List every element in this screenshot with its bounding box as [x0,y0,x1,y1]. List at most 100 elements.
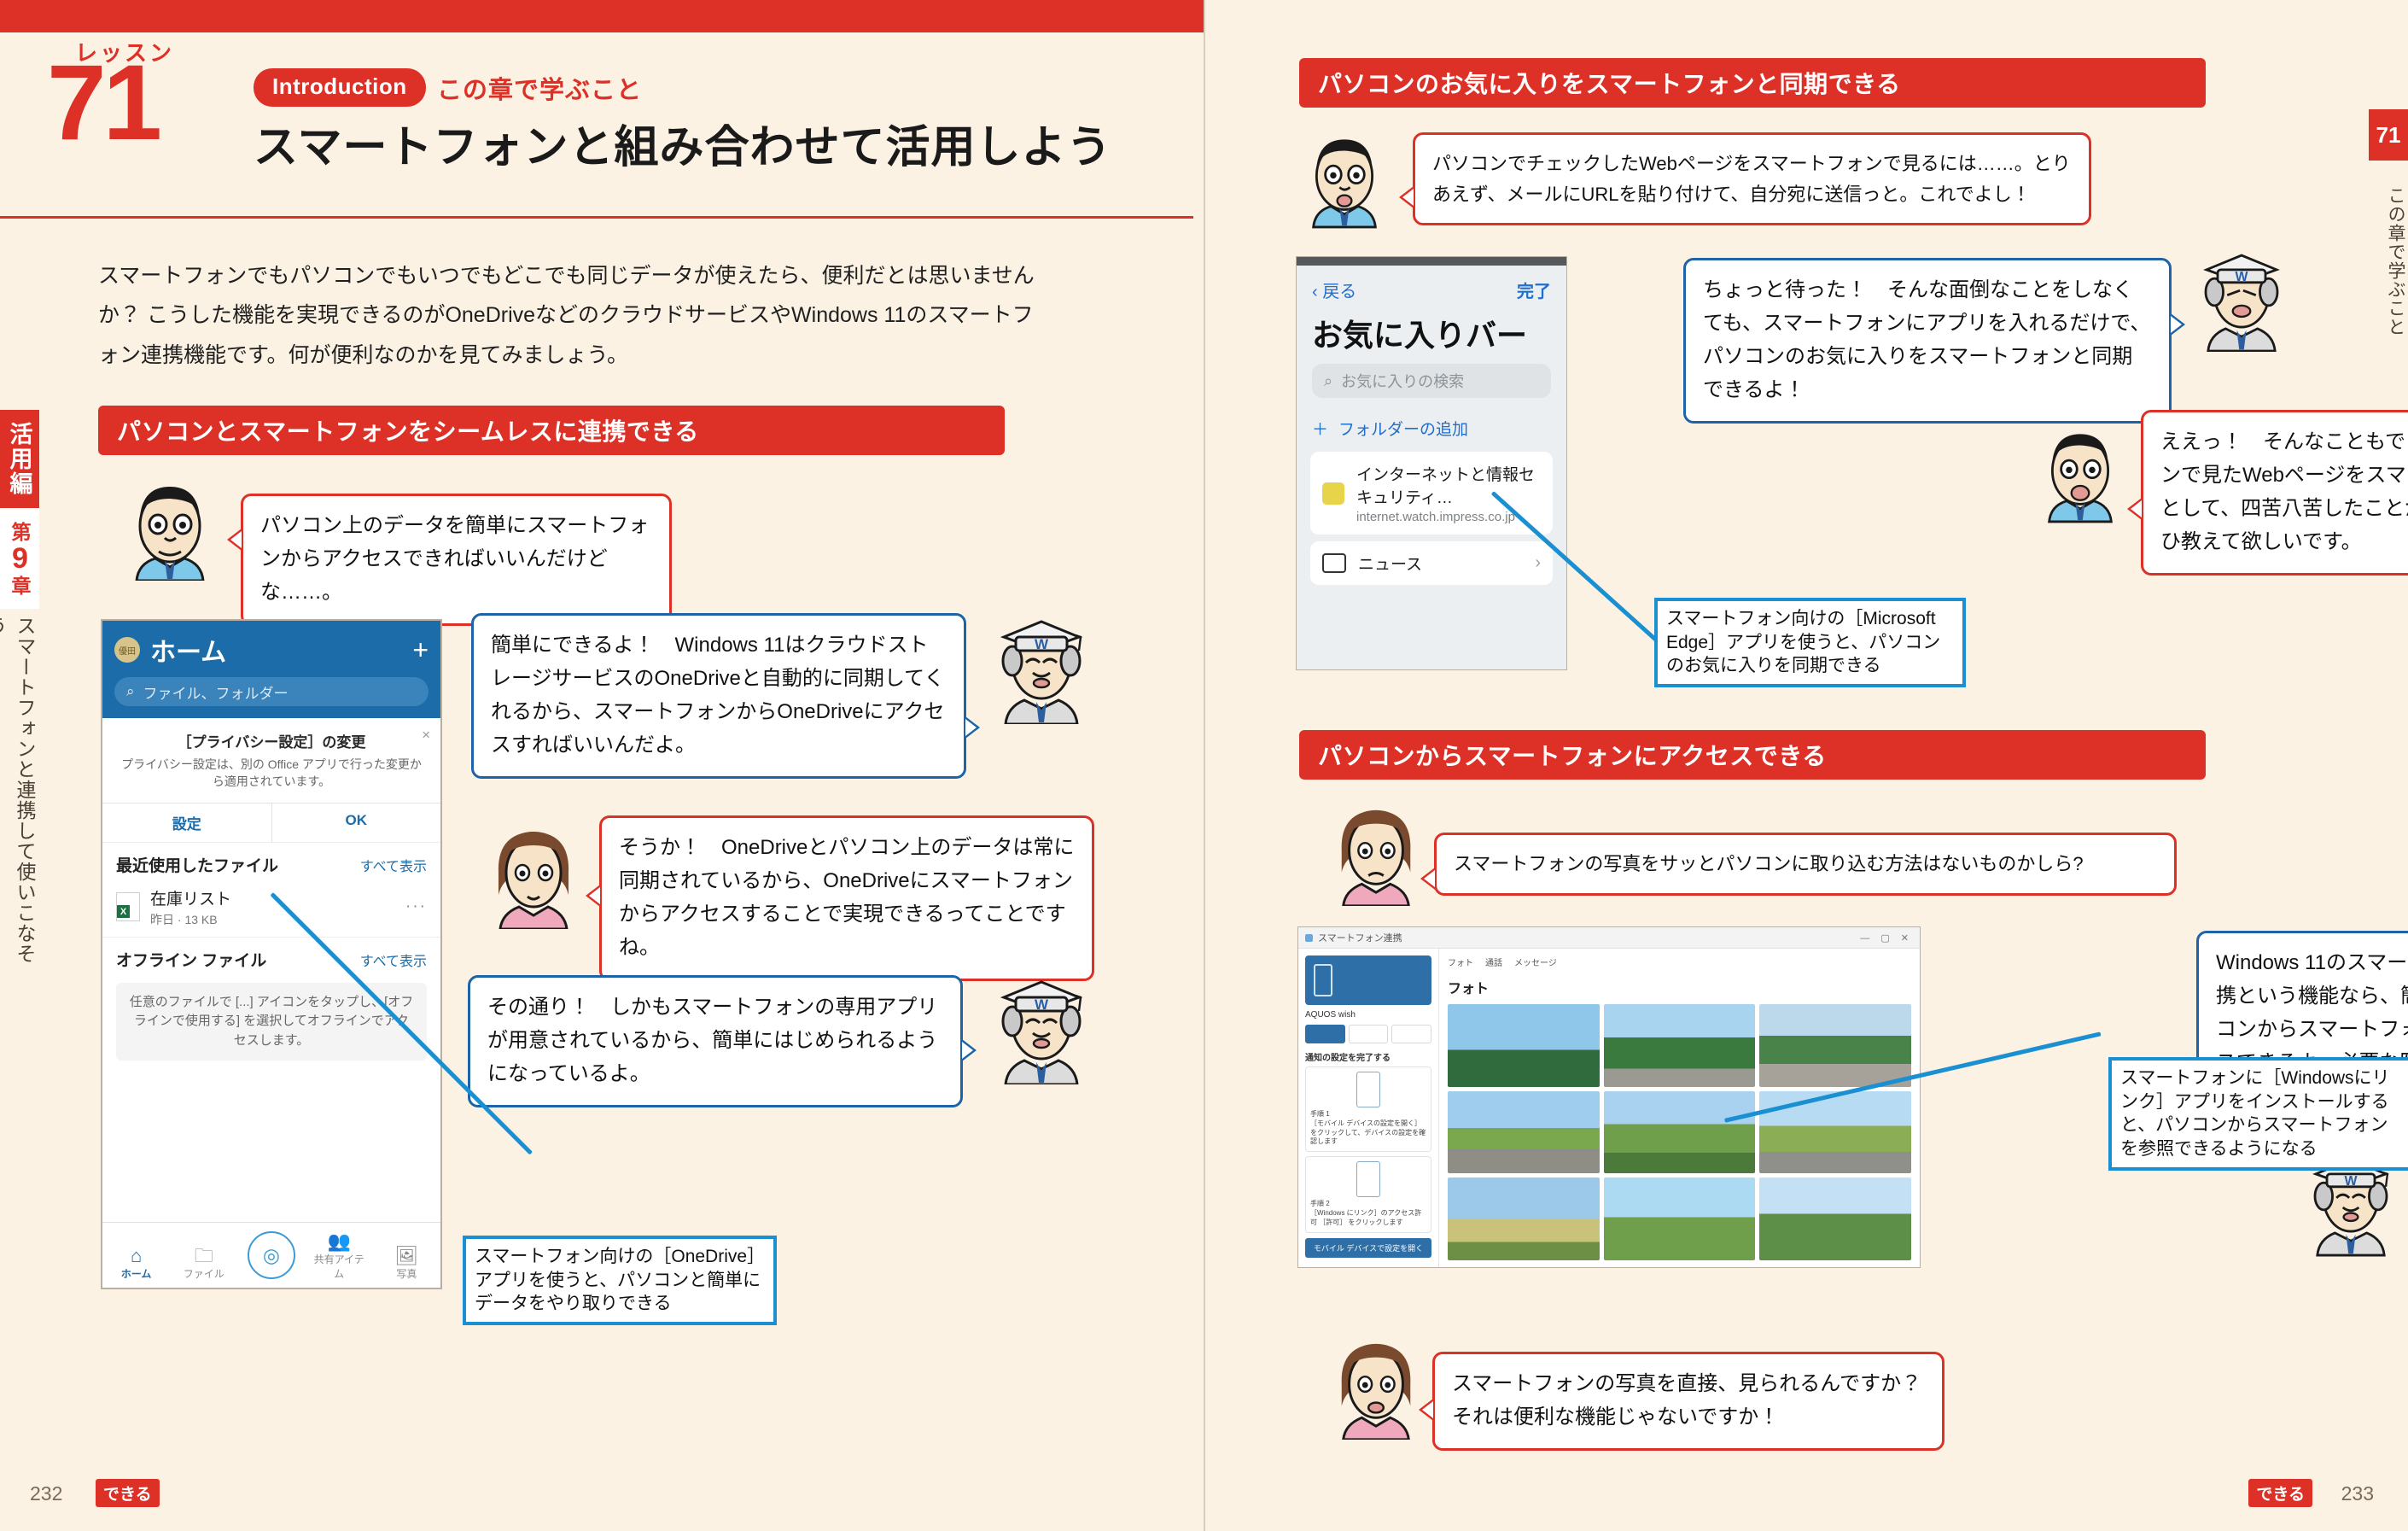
speech-bubble-woman-1: そうか！ OneDriveとパソコン上のデータは常に同期されているから、OneD… [586,815,1094,981]
bubble-text: そうか！ OneDriveとパソコン上のデータは常に同期されているから、OneD… [619,836,1075,959]
add-icon[interactable]: + [412,634,429,666]
header-divider [0,216,1193,219]
chapter-tab-label: この章で学ぶこと [2386,185,2405,336]
add-folder-button[interactable]: ＋ フォルダーの追加 [1297,398,1566,452]
introduction-pill: Introduction [254,68,426,107]
offline-files-header: オフライン ファイル すべて表示 [102,936,440,976]
setup-step-2: 手順 2 ［Windows にリンク］のアクセス許可 ［許可］ をクリックします [1305,1156,1431,1233]
favorite-folder-item[interactable]: ニュース › [1310,541,1553,585]
edge-favorites-screenshot: ‹ 戻る 完了 お気に入りバー ⌕ お気に入りの検索 ＋ フォルダーの追加 イン… [1296,256,1567,670]
quick-action-2[interactable] [1348,1025,1389,1043]
photo-thumbnail[interactable] [1448,1177,1600,1260]
status-strip [1297,257,1566,266]
tab-home[interactable]: ⌂ ホーム [110,1244,163,1281]
tab-shared[interactable]: 👥 共有アイテム [312,1230,365,1281]
home-icon: ⌂ [130,1244,143,1266]
search-input[interactable]: ⌕ ファイル、フォルダー [114,677,429,706]
ok-button[interactable]: OK [272,803,441,842]
intro-paragraph: スマートフォンでもパソコンでもいつでもどこでも同じデータが使えたら、便利だとは思… [98,264,1035,367]
bubble-text: その通り！ しかもスマートフォンの専用アプリが用意されているから、簡単にはじめら… [487,996,938,1085]
top-red-bar [0,0,1204,32]
photo-thumbnail[interactable] [1759,1004,1911,1087]
quick-action-1[interactable] [1305,1025,1345,1043]
tab-files-label: ファイル [183,1268,224,1280]
privacy-title: ［プライバシー設定］の変更 [177,734,366,751]
add-folder-label: フォルダーの追加 [1338,421,1469,439]
bookmark-name: インターネットと情報セキュリティ… [1356,466,1536,507]
back-label: 戻る [1322,283,1357,301]
onedrive-header: 優田 ホーム + ⌕ ファイル、フォルダー [102,621,440,718]
recent-files-header: 最近使用したファイル すべて表示 [102,841,440,881]
quick-action-3[interactable] [1391,1025,1432,1043]
character-man-avatar [120,478,220,581]
sidebar-tab-chapter: 第 9 章 [0,508,39,609]
people-icon: 👥 [327,1230,351,1252]
done-button[interactable]: 完了 [1517,278,1551,302]
speech-bubble-man-r1: パソコンでチェックしたWebページをスマートフォンで見るには……。とりあえず、メ… [1399,132,2091,226]
chapter-suffix: 章 [9,575,31,596]
recent-show-all-link[interactable]: すべて表示 [360,855,427,875]
file-list-item[interactable]: 在庫リスト 昨日 · 13 KB ··· [102,881,440,937]
lesson-number: 71 [47,44,162,162]
favorites-search-input[interactable]: ⌕ お気に入りの検索 [1312,364,1551,398]
more-icon[interactable]: ··· [405,897,427,916]
site-favicon [1322,482,1344,505]
tab-shared-label: 共有アイテム [313,1253,364,1280]
bubble-tail [1420,868,1435,890]
photo-thumbnail[interactable] [1759,1177,1911,1260]
tab-photos[interactable]: 🖼 写真 [380,1245,433,1281]
photo-thumbnail[interactable] [1448,1004,1600,1087]
tab-messages[interactable]: メッセージ [1514,955,1557,968]
folder-icon [1322,553,1346,573]
speech-bubble-professor-2: その通り！ しかもスマートフォンの専用アプリが用意されているから、簡単にはじめら… [468,975,977,1107]
tab-files[interactable]: 🗀 ファイル [178,1245,230,1281]
character-professor-avatar-2: W [990,958,1093,1084]
photo-thumbnail[interactable] [1603,1177,1756,1260]
bubble-text: 簡単にできるよ！ Windows 11はクラウドストレージサービスのOneDri… [491,634,945,757]
avatar[interactable]: 優田 [114,637,140,663]
onedrive-title: ホーム [150,639,227,667]
brand-badge-left: できる [96,1479,160,1507]
bubble-tail [2127,498,2142,520]
step-1-label: 手順 1 [1310,1110,1330,1118]
tab-calls[interactable]: 通話 [1485,955,1502,968]
excel-file-icon [116,892,140,922]
open-settings-button[interactable]: モバイル デバイスで設定を開く [1305,1237,1431,1258]
bubble-tail [965,716,980,739]
photo-thumbnail[interactable] [1603,1090,1756,1174]
settings-button[interactable]: 設定 [102,803,272,842]
character-man-avatar-r2 [2033,423,2127,525]
search-icon: ⌕ [1324,371,1333,389]
page-number-left: 232 [30,1482,63,1505]
photos-heading: フォト [1448,982,1490,996]
chevron-right-icon: › [1535,553,1541,572]
tab-photos[interactable]: フォト [1448,955,1473,968]
brand-badge-right: できる [2248,1479,2312,1507]
step-2-label: 手順 2 [1310,1200,1330,1208]
window-titlebar: スマートフォン連携 — ▢ ✕ [1298,927,1920,949]
favorites-toolbar: ‹ 戻る 完了 [1297,266,1566,306]
callout-phonelink: スマートフォンに［Windowsにリンク］アプリをインストールすると、パソコンか… [2108,1057,2408,1171]
character-man-avatar-r1 [1297,128,1391,231]
speech-bubble-woman-r2: スマートフォンの写真を直接、見られるんですか？ それは便利な機能じゃないですか！ [1419,1352,1944,1451]
notify-heading: 通知の設定を完了する [1305,1054,1391,1063]
speech-bubble-man-1: パソコン上のデータを簡単にスマートフォンからアクセスできればいいんだけどな……。 [227,494,672,626]
photo-thumbnail[interactable] [1759,1090,1911,1174]
offline-show-all-link[interactable]: すべて表示 [360,950,427,970]
close-icon[interactable]: × [422,727,430,744]
bubble-text: ちょっと待った！ そんな面倒なことをしなくても、スマートフォンにアプリを入れるだ… [1703,278,2151,401]
tab-photos-label: 写真 [396,1268,417,1280]
photo-thumbnail[interactable] [1448,1090,1600,1174]
chapter-tab-number: 71 [2369,109,2408,161]
character-professor-avatar: W [990,598,1093,724]
tab-camera[interactable]: ◎ [245,1231,298,1281]
back-button[interactable]: ‹ 戻る [1312,278,1356,302]
phone-icon [1356,1072,1380,1107]
favorite-bookmark-item[interactable]: インターネットと情報セキュリティ… internet.watch.impress… [1310,452,1553,535]
window-controls[interactable]: — ▢ ✕ [1860,932,1913,944]
device-quick-actions [1305,1025,1432,1043]
phone-link-sidebar: AQUOS wish 通知の設定を完了する 手順 1 ［モバイル デバイスの設定… [1298,949,1439,1267]
photo-thumbnail[interactable] [1603,1004,1756,1087]
phone-link-body: AQUOS wish 通知の設定を完了する 手順 1 ［モバイル デバイスの設定… [1298,949,1920,1267]
introduction-subtitle: この章で学ぶこと [437,77,643,104]
